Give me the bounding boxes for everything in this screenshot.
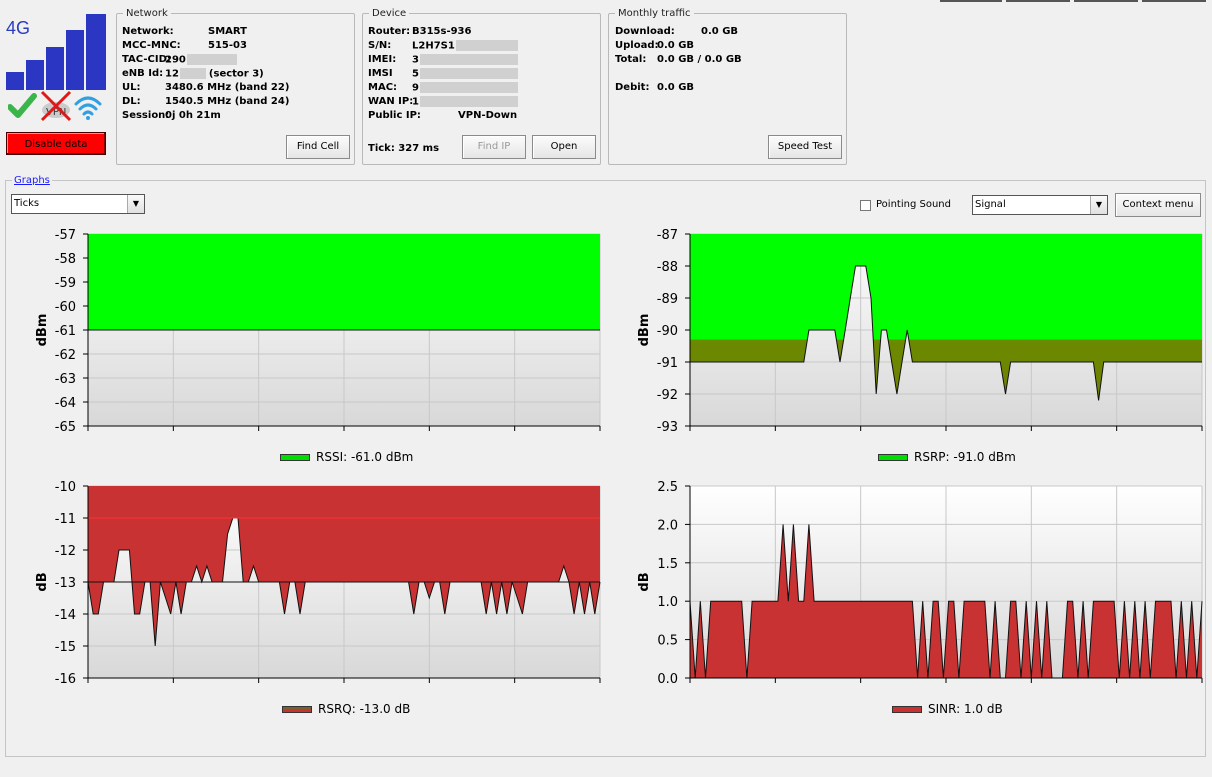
y-tick-label: -65 (55, 420, 76, 432)
legend-label: SINR: 1.0 dB (928, 702, 1003, 716)
y-tick-label: -87 (657, 228, 678, 243)
y-tick-label: -90 (657, 324, 678, 339)
legend-swatch (282, 706, 312, 713)
network-row-session: Session: 0j 0h 21m (122, 110, 221, 121)
traffic-row-debit: Debit: 0.0 GB (615, 82, 695, 93)
network-row-tac-cid: TAC-CID: 290 (122, 54, 237, 66)
vpn-crossed-icon: VPN (40, 90, 72, 122)
device-row-imei: IMEI: 3 (368, 54, 518, 66)
speed-test-button[interactable]: Speed Test (768, 135, 842, 159)
traffic-row-total: Total: 0.0 GB / 0.0 GB (615, 54, 742, 65)
y-tick-label: -11 (55, 512, 76, 527)
y-axis-label: dBm (35, 314, 50, 347)
y-tick-label: -16 (55, 672, 76, 684)
window-tab-4[interactable] (1142, 0, 1206, 2)
tick-readout: Tick: 327 ms (368, 143, 440, 154)
y-tick-label: -60 (55, 300, 76, 315)
y-tick-label: 2.5 (657, 480, 678, 495)
network-panel-title: Network (126, 8, 168, 19)
y-tick-label: -15 (55, 640, 76, 655)
mode-select-value: Ticks (14, 198, 40, 209)
network-row-ul: UL: 3480.6 MHz (band 22) (122, 82, 290, 93)
view-select[interactable]: Signal ▼ (972, 195, 1108, 215)
find-ip-button[interactable]: Find IP (462, 135, 526, 159)
y-tick-label: -10 (55, 480, 76, 495)
device-row-sn: S/N: L2H7S1 (368, 40, 518, 52)
traffic-row-download: Download: 0.0 GB (615, 26, 739, 37)
disable-data-button[interactable]: Disable data (6, 132, 106, 155)
graphs-link[interactable]: Graphs (12, 175, 52, 186)
y-tick-label: -59 (55, 276, 76, 291)
pointing-sound-label: Pointing Sound (876, 199, 951, 210)
network-row-mcc-mnc: MCC-MNC: 515-03 (122, 40, 247, 51)
device-panel-title: Device (372, 8, 407, 19)
window-tab-1[interactable] (940, 0, 1002, 2)
chevron-down-icon: ▼ (1090, 196, 1107, 214)
rsrq-chart: -10 -11 -12 -13 -14 -15 -16 dB (20, 480, 602, 684)
device-row-router: Router: B315s-936 (368, 26, 472, 37)
y-tick-label: -93 (657, 420, 678, 432)
y-axis-label: dB (35, 572, 50, 591)
y-tick-label: -89 (657, 292, 678, 307)
network-row-network: Network: SMART (122, 26, 247, 37)
y-tick-label: -88 (657, 260, 678, 275)
device-row-imsi: IMSI 5 (368, 68, 518, 80)
y-tick-label: 1.5 (657, 557, 678, 572)
legend-label: RSRQ: -13.0 dB (318, 702, 411, 716)
rssi-legend: RSSI: -61.0 dBm (280, 450, 413, 464)
device-row-wan-ip: WAN IP: 1 (368, 96, 518, 108)
sinr-legend: SINR: 1.0 dB (892, 702, 1003, 716)
context-menu-button[interactable]: Context menu (1115, 193, 1201, 217)
y-tick-label: 0.5 (657, 634, 678, 649)
y-tick-label: -14 (55, 608, 76, 623)
y-tick-label: -64 (55, 396, 76, 411)
traffic-panel-title: Monthly traffic (618, 8, 691, 19)
open-button[interactable]: Open (532, 135, 596, 159)
check-icon (8, 93, 37, 118)
y-tick-label: 2.0 (657, 518, 678, 533)
wifi-icon (74, 96, 102, 120)
legend-swatch (878, 454, 908, 461)
y-tick-label: -58 (55, 252, 76, 267)
legend-label: RSSI: -61.0 dBm (316, 450, 414, 464)
legend-swatch (892, 706, 922, 713)
rsrp-chart: -87 -88 -89 -90 -91 -92 -93 dBm (622, 228, 1204, 432)
y-tick-label: -91 (657, 356, 678, 371)
y-axis-label: dBm (637, 314, 652, 347)
network-type-label: 4G (6, 18, 31, 38)
rssi-chart: -57 -58 -59 -60 -61 -62 -63 -64 -65 dBm (20, 228, 602, 432)
window-tab-2[interactable] (1006, 0, 1070, 2)
y-tick-label: -57 (55, 228, 76, 243)
legend-swatch (280, 454, 310, 461)
chevron-down-icon: ▼ (127, 195, 144, 213)
y-tick-label: -63 (55, 372, 76, 387)
traffic-row-upload: Upload: 0.0 GB (615, 40, 695, 51)
y-tick-label: -62 (55, 348, 76, 363)
series-area (88, 234, 600, 330)
legend-label: RSRP: -91.0 dBm (914, 450, 1016, 464)
y-tick-label: -13 (55, 576, 76, 591)
device-row-public-ip: Public IP: VPN-Down (368, 110, 518, 121)
rsrq-legend: RSRQ: -13.0 dB (282, 702, 410, 716)
network-row-dl: DL: 1540.5 MHz (band 24) (122, 96, 290, 107)
sinr-chart: 2.5 2.0 1.5 1.0 0.5 0.0 dB (622, 480, 1204, 684)
device-row-mac: MAC: 9 (368, 82, 518, 94)
connection-status-icons: VPN (8, 90, 102, 122)
rsrp-legend: RSRP: -91.0 dBm (878, 450, 1016, 464)
find-cell-button[interactable]: Find Cell (286, 135, 350, 159)
y-tick-label: -61 (55, 324, 76, 339)
y-axis-label: dB (637, 572, 652, 591)
network-row-enb-id: eNB Id: 12 (sector 3) (122, 68, 264, 80)
window-tab-3[interactable] (1074, 0, 1138, 2)
y-tick-label: 0.0 (657, 672, 678, 684)
view-select-value: Signal (975, 199, 1006, 210)
y-tick-label: 1.0 (657, 595, 678, 610)
y-tick-label: -12 (55, 544, 76, 559)
mode-select[interactable]: Ticks ▼ (11, 194, 145, 214)
y-tick-label: -92 (657, 388, 678, 403)
pointing-sound-checkbox[interactable] (860, 200, 871, 211)
